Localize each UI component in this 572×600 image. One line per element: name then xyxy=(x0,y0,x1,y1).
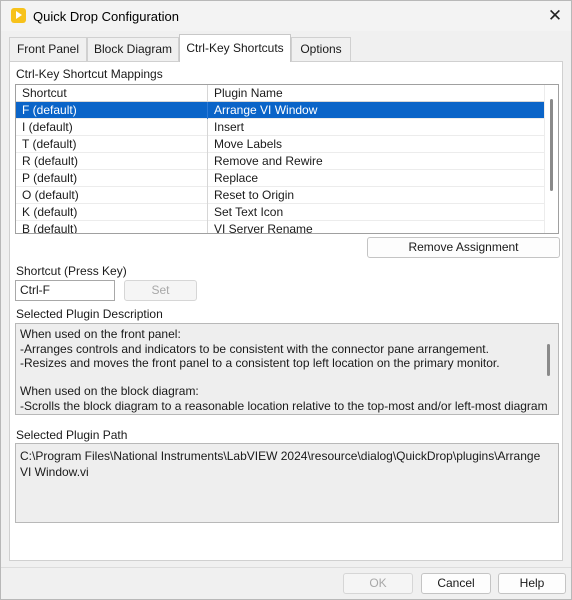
description-line: -Resizes and moves the front panel to a … xyxy=(20,356,500,370)
description-line: -Scrolls the block diagram to a reasonab… xyxy=(20,399,548,413)
table-header: Shortcut Plugin Name xyxy=(16,85,546,102)
plugin-path-label: Selected Plugin Path xyxy=(16,428,128,442)
mappings-table: Shortcut Plugin Name F (default) Arrange… xyxy=(15,84,559,234)
cell-shortcut: O (default) xyxy=(16,187,208,204)
shortcut-input[interactable]: Ctrl-F xyxy=(15,280,115,301)
tab-ctrl-key-shortcuts[interactable]: Ctrl-Key Shortcuts xyxy=(179,34,291,62)
table-row[interactable]: T (default) Move Labels xyxy=(16,136,544,153)
cell-plugin-name: Insert xyxy=(214,120,245,134)
title-bar: Quick Drop Configuration ✕ xyxy=(1,1,571,31)
set-button[interactable]: Set xyxy=(124,280,197,301)
column-header-plugin-name[interactable]: Plugin Name xyxy=(208,85,544,102)
description-label: Selected Plugin Description xyxy=(16,307,163,321)
ok-button[interactable]: OK xyxy=(343,573,413,594)
help-button[interactable]: Help xyxy=(498,573,566,594)
footer-divider xyxy=(1,567,571,568)
description-line: -Arranges controls and indicators to be … xyxy=(20,342,489,356)
column-header-shortcut[interactable]: Shortcut xyxy=(16,85,208,102)
remove-assignment-button[interactable]: Remove Assignment xyxy=(367,237,560,258)
labview-app-icon xyxy=(11,8,26,23)
quick-drop-configuration-dialog: Quick Drop Configuration ✕ Front Panel B… xyxy=(0,0,572,600)
cell-shortcut: F (default) xyxy=(16,102,208,119)
plugin-description-box: When used on the front panel: -Arranges … xyxy=(15,323,559,415)
tab-block-diagram[interactable]: Block Diagram xyxy=(87,37,179,61)
cell-shortcut: R (default) xyxy=(16,153,208,170)
description-scrollbar-thumb[interactable] xyxy=(547,344,550,376)
table-scrollbar[interactable] xyxy=(544,85,558,233)
plugin-path-box: C:\Program Files\National Instruments\La… xyxy=(15,443,559,523)
mappings-section-label: Ctrl-Key Shortcut Mappings xyxy=(16,67,163,81)
table-scrollbar-thumb[interactable] xyxy=(550,99,553,191)
cell-shortcut: I (default) xyxy=(16,119,208,136)
shortcut-input-label: Shortcut (Press Key) xyxy=(16,264,127,278)
cell-plugin-name: Move Labels xyxy=(214,137,283,151)
table-row[interactable]: O (default) Reset to Origin xyxy=(16,187,544,204)
plugin-path-text: C:\Program Files\National Instruments\La… xyxy=(20,449,541,479)
cell-plugin-name: Arrange VI Window xyxy=(214,103,318,117)
cell-shortcut: P (default) xyxy=(16,170,208,187)
table-row[interactable]: P (default) Replace xyxy=(16,170,544,187)
cell-plugin-name: VI Server Rename xyxy=(214,222,313,234)
table-row[interactable]: F (default) Arrange VI Window xyxy=(16,102,544,119)
table-row[interactable]: B (default) VI Server Rename xyxy=(16,221,544,234)
tab-front-panel[interactable]: Front Panel xyxy=(9,37,87,61)
cancel-button[interactable]: Cancel xyxy=(421,573,491,594)
cell-plugin-name: Replace xyxy=(214,171,259,185)
cell-shortcut: K (default) xyxy=(16,204,208,221)
table-row[interactable]: I (default) Insert xyxy=(16,119,544,136)
cell-plugin-name: Set Text Icon xyxy=(214,205,284,219)
table-row[interactable]: K (default) Set Text Icon xyxy=(16,204,544,221)
cell-shortcut: B (default) xyxy=(16,221,208,233)
tab-options[interactable]: Options xyxy=(291,37,351,61)
cell-plugin-name: Remove and Rewire xyxy=(214,154,323,168)
cell-shortcut: T (default) xyxy=(16,136,208,153)
tab-strip: Front Panel Block Diagram Ctrl-Key Short… xyxy=(1,34,571,62)
table-row[interactable]: R (default) Remove and Rewire xyxy=(16,153,544,170)
cell-plugin-name: Reset to Origin xyxy=(214,188,295,202)
description-line: When used on the front panel: xyxy=(20,327,181,341)
close-icon[interactable]: ✕ xyxy=(539,1,571,31)
window-title: Quick Drop Configuration xyxy=(33,9,179,24)
description-line: When used on the block diagram: xyxy=(20,384,199,398)
